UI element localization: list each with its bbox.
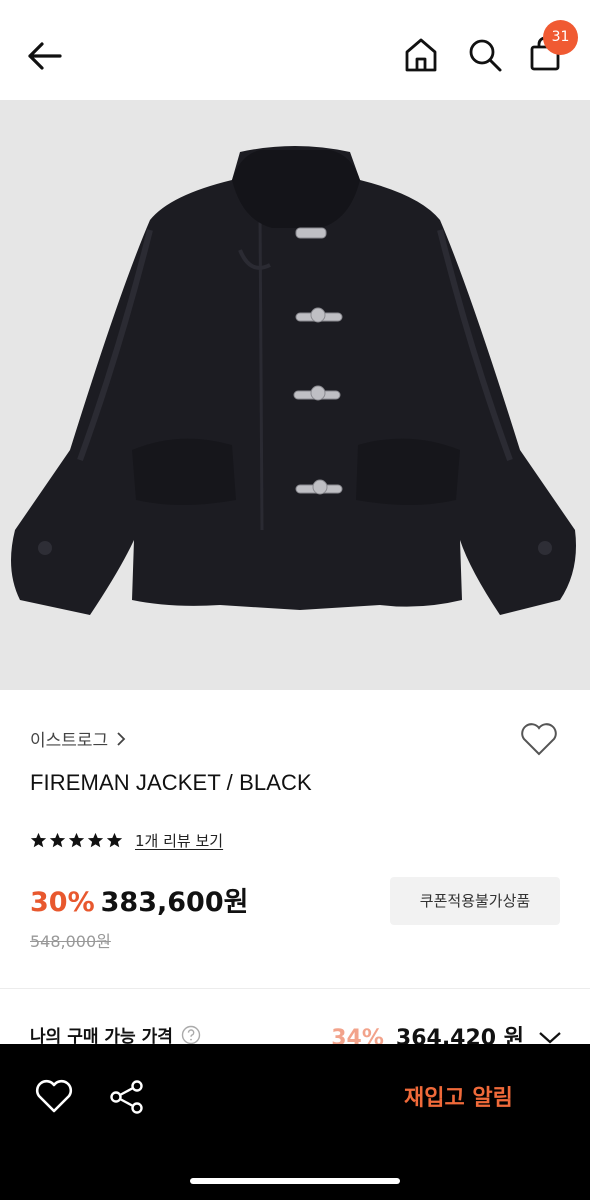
product-image[interactable]	[0, 100, 590, 690]
brand-link[interactable]: 이스트로그	[30, 726, 126, 751]
divider	[0, 988, 590, 989]
cart-count-badge: 31	[543, 20, 578, 55]
review-link[interactable]: 1개 리뷰 보기	[135, 830, 223, 851]
original-price: 548,000원	[30, 932, 111, 951]
home-icon[interactable]	[400, 34, 442, 76]
sale-price: 383,600원	[100, 887, 249, 918]
price-row: 30% 383,600원	[30, 880, 248, 919]
star-icon	[30, 832, 47, 848]
star-icon	[87, 832, 104, 848]
product-name: FIREMAN JACKET / BLACK	[30, 770, 312, 795]
discount-rate: 30%	[30, 887, 95, 918]
chevron-right-icon	[117, 731, 126, 746]
bottom-action-bar: 재입고 알림	[0, 1044, 590, 1200]
chevron-down-icon[interactable]	[538, 1031, 562, 1045]
brand-name: 이스트로그	[30, 731, 109, 751]
rating: 1개 리뷰 보기	[30, 830, 223, 851]
star-icon	[106, 832, 123, 848]
heart-icon[interactable]	[34, 1078, 74, 1114]
restock-alert-button[interactable]: 재입고 알림	[404, 1080, 513, 1112]
home-indicator	[190, 1178, 400, 1184]
help-icon[interactable]	[181, 1025, 201, 1045]
heart-icon[interactable]	[518, 720, 560, 758]
search-icon[interactable]	[464, 34, 506, 76]
jacket-illustration	[11, 146, 576, 615]
share-icon[interactable]	[108, 1078, 146, 1116]
star-icon	[49, 832, 66, 848]
star-icon	[68, 832, 85, 848]
top-header: 31	[0, 0, 590, 100]
arrow-left-icon[interactable]	[24, 36, 66, 76]
coupon-unavailable-button[interactable]: 쿠폰적용불가상품	[390, 877, 560, 925]
